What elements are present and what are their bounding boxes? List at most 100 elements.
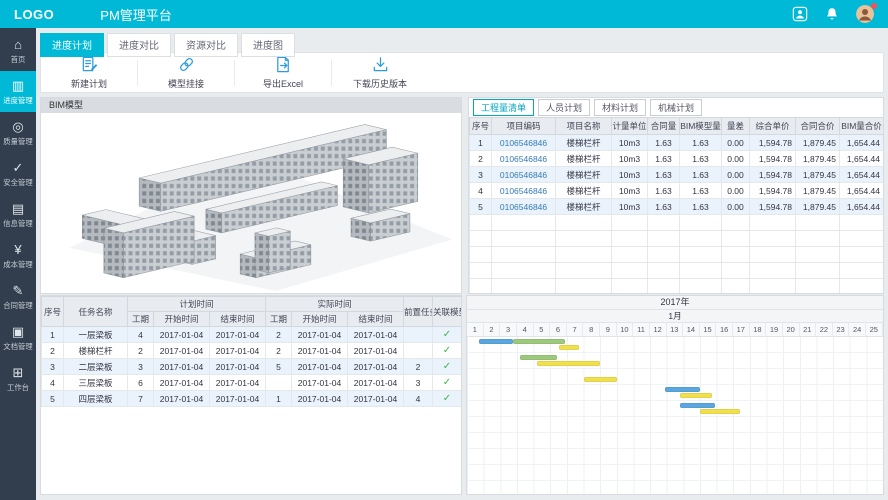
table-row[interactable]: 1 0106546846 楼梯栏杆 10m3 1.63 1.63 0.00 1,594.78 1… (469, 134, 883, 151)
table-cell (611, 246, 648, 263)
boq-panel: 工程量清单 人员计划 材料计划 机械计划 序号 项目编码 项目名称 计量单位 合同量 BIM模型… (468, 97, 884, 294)
table-cell (491, 246, 556, 263)
sidebar-item-contract[interactable]: ✎ 合同管理 (0, 276, 36, 317)
table-row-empty (469, 246, 883, 263)
boq-tab-3[interactable]: 机械计划 (650, 99, 703, 116)
table-cell: 0106546846 (491, 134, 556, 151)
boq-tab-1[interactable]: 人员计划 (538, 99, 591, 116)
table-row[interactable]: 1 一层梁板 4 2017-01-04 2017-01-04 2 2017-01-04 201… (41, 326, 461, 343)
gantt-day-header: 5 (534, 323, 551, 336)
gantt-bar[interactable] (665, 387, 700, 392)
table-cell: 10m3 (611, 166, 648, 183)
gantt-day-header: 12 (650, 323, 667, 336)
table-cell (611, 214, 648, 231)
gantt-bar[interactable] (583, 377, 617, 382)
sidebar-item-workbench[interactable]: ⊞ 工作台 (0, 358, 36, 399)
sidebar-item-progress[interactable]: ▥ 进度管理 (0, 71, 36, 112)
tab-3[interactable]: 进度图 (241, 33, 295, 57)
table-cell (491, 262, 556, 279)
sidebar-item-safety[interactable]: ✓ 安全管理 (0, 153, 36, 194)
gantt-bar[interactable] (512, 339, 566, 344)
gantt-day-header: 9 (600, 323, 617, 336)
table-cell (721, 246, 750, 263)
table-cell (491, 214, 556, 231)
table-row[interactable]: 3 二层梁板 3 2017-01-04 2017-01-04 5 2017-01-04 201… (41, 358, 461, 375)
cost-icon: ¥ (14, 242, 22, 257)
table-cell: 1.63 (679, 150, 722, 167)
toolbar-button-label: 新建计划 (70, 79, 107, 89)
gantt-bar[interactable] (680, 393, 712, 398)
table-cell: 楼梯栏杆 (555, 150, 612, 167)
table-cell (469, 278, 492, 293)
gantt-bar[interactable] (520, 355, 557, 360)
table-cell (647, 246, 680, 263)
boq-tab-0[interactable]: 工程量清单 (473, 99, 535, 116)
toolbar-button-download-history[interactable]: 下载历史版本 (332, 55, 428, 90)
gantt-day-header: 10 (617, 323, 634, 336)
notification-bell-icon[interactable] (824, 6, 840, 22)
table-row[interactable]: 5 0106546846 楼梯栏杆 10m3 1.63 1.63 0.00 1,594.78 1… (469, 198, 883, 215)
table-cell: 1 (469, 134, 492, 151)
table-cell (469, 214, 492, 231)
table-cell: 楼梯栏杆 (555, 182, 612, 199)
gantt-bar[interactable] (700, 409, 740, 414)
table-row[interactable]: 2 楼梯栏杆 2 2017-01-04 2017-01-04 2 2017-01-04 201… (41, 342, 461, 359)
table-cell: 2017-01-04 (347, 342, 404, 359)
sidebar-item-info[interactable]: ▤ 信息管理 (0, 194, 36, 235)
model-link-icon (177, 55, 196, 76)
sidebar-item-home[interactable]: ⌂ 首页 (0, 30, 36, 71)
column-header: 序号 (469, 117, 492, 135)
gantt-day-header: 20 (783, 323, 800, 336)
table-cell: 2017-01-04 (291, 358, 348, 375)
sidebar-item-cost[interactable]: ¥ 成本管理 (0, 235, 36, 276)
table-cell: 1.63 (679, 198, 722, 215)
gantt-bar[interactable] (558, 345, 579, 350)
table-row[interactable]: 4 三层梁板 6 2017-01-04 2017-01-04 2017-01-04 2017… (41, 374, 461, 391)
table-cell: 1 (41, 326, 64, 343)
table-row[interactable]: 3 0106546846 楼梯栏杆 10m3 1.63 1.63 0.00 1,594.78 1… (469, 166, 883, 183)
bim-model-image (69, 124, 453, 291)
table-row[interactable]: 2 0106546846 楼梯栏杆 10m3 1.63 1.63 0.00 1,594.78 1… (469, 150, 883, 167)
boq-tab-2[interactable]: 材料计划 (594, 99, 647, 116)
toolbar-button-new-plan[interactable]: 新建计划 (41, 55, 137, 90)
linked-model-check-icon: ✓ (432, 374, 461, 391)
table-cell: 2 (41, 342, 64, 359)
table-cell (647, 214, 680, 231)
table-cell: 1,654.44 (839, 182, 883, 199)
tab-0[interactable]: 进度计划 (40, 33, 104, 57)
table-cell: 楼梯栏杆 (555, 166, 612, 183)
logo: LOGO (14, 6, 55, 22)
progress-icon: ▥ (11, 78, 25, 93)
table-row[interactable]: 5 四层梁板 7 2017-01-04 2017-01-04 1 2017-01-04 201… (41, 390, 461, 407)
tab-1[interactable]: 进度对比 (107, 33, 171, 57)
table-cell (555, 230, 612, 247)
gantt-bar[interactable] (680, 403, 715, 408)
table-cell (795, 262, 840, 279)
sidebar-item-quality[interactable]: ◎ 质量管理 (0, 112, 36, 153)
bim-model-viewport[interactable] (41, 113, 461, 293)
sidebar-item-label: 安全管理 (3, 178, 33, 187)
toolbar-button-model-link[interactable]: 模型挂接 (138, 55, 234, 90)
column-header: 合同合价 (795, 117, 840, 135)
tab-2[interactable]: 资源对比 (174, 33, 238, 57)
column-header: BIM模型量 (679, 117, 722, 135)
table-cell: 1.63 (679, 134, 722, 151)
table-cell: 1,654.44 (839, 150, 883, 167)
toolbar-button-export-excel[interactable]: 导出Excel (235, 55, 331, 90)
table-row[interactable]: 4 0106546846 楼梯栏杆 10m3 1.63 1.63 0.00 1,594.78 1… (469, 182, 883, 199)
table-cell (795, 278, 840, 293)
contacts-icon[interactable] (792, 6, 808, 22)
column-header: 任务名称 (63, 296, 128, 327)
table-cell: 2017-01-04 (153, 358, 210, 375)
table-cell: 5 (469, 198, 492, 215)
gantt-bar[interactable] (478, 339, 513, 344)
main-tab-bar: 进度计划 进度对比 资源对比 进度图 (40, 33, 295, 57)
download-history-icon (371, 55, 390, 76)
user-avatar[interactable] (856, 3, 877, 23)
sidebar-item-docs[interactable]: ▣ 文档管理 (0, 317, 36, 358)
gantt-day-header: 8 (583, 323, 600, 336)
task-panel: 序号 任务名称 计划时间 实际时间 前置任务 关联模型 工期 开始时间 结束时间… (40, 295, 462, 495)
gantt-bar[interactable] (536, 361, 601, 366)
toolbar: 新建计划 模型挂接 导出Excel 下载历史版本 (40, 52, 884, 93)
table-cell: 2017-01-04 (347, 374, 404, 391)
